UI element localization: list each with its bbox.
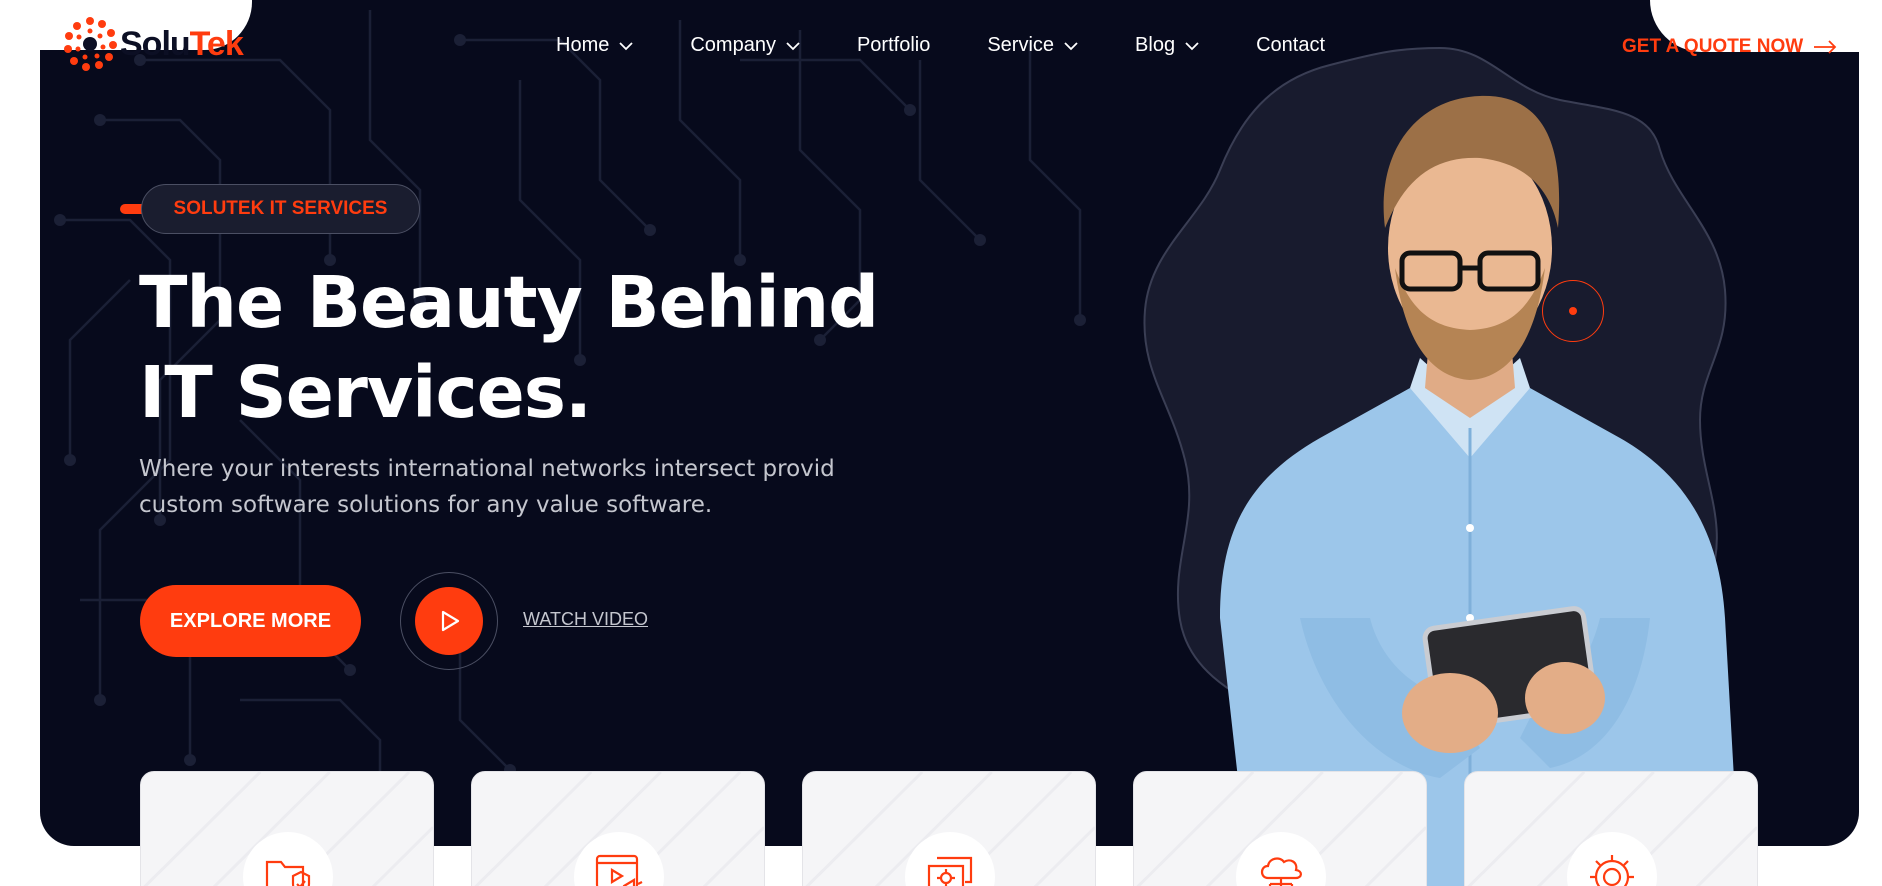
cloud-network-icon (1260, 857, 1302, 886)
decorative-dot-ring (1542, 280, 1604, 342)
play-icon (441, 610, 460, 632)
nav-item-label: Company (690, 34, 776, 56)
brand-name-part2: Tek (189, 24, 244, 63)
arrow-right-icon (1814, 40, 1837, 54)
hero-title-line2: IT Services. (139, 351, 592, 434)
nav-item-label: Blog (1135, 34, 1176, 56)
nav-item-home[interactable]: Home (556, 34, 633, 57)
nav-item-portfolio[interactable]: Portfolio (857, 34, 930, 57)
hero-subtitle: Where your interests international netwo… (139, 451, 835, 523)
video-megaphone-icon (595, 854, 643, 886)
brand-name-part1: Solu (120, 24, 191, 63)
brand-logo[interactable]: SoluTek (62, 16, 244, 72)
nav-item-contact[interactable]: Contact (1256, 34, 1325, 57)
nav-item-company[interactable]: Company (690, 34, 800, 57)
hero-subtitle-line2: custom software solutions for any value … (139, 492, 713, 518)
get-quote-button[interactable]: GET A QUOTE NOW (1622, 36, 1837, 58)
chevron-down-icon (1064, 41, 1078, 50)
get-quote-label: GET A QUOTE NOW (1622, 36, 1804, 57)
nav-item-label: Portfolio (856, 34, 931, 56)
nav-item-label: Home (556, 34, 610, 56)
watch-video-link[interactable]: WATCH VIDEO (523, 609, 648, 630)
service-card[interactable] (1464, 771, 1758, 886)
nav-item-label: Contact (1256, 34, 1326, 56)
chat-gear-icon (927, 856, 973, 886)
service-card[interactable] (471, 771, 765, 886)
gear-icon (1590, 855, 1634, 886)
folder-shield-icon (265, 860, 311, 886)
hero-title: The Beauty Behind IT Services. (139, 258, 879, 438)
hero-subtitle-line1: Where your interests international netwo… (139, 456, 835, 482)
hero-title-line1: The Beauty Behind (139, 261, 879, 344)
tagline-pill: SOLUTEK IT SERVICES (141, 184, 420, 234)
service-card[interactable] (140, 771, 434, 886)
chevron-down-icon (1185, 41, 1199, 50)
service-card[interactable] (1133, 771, 1427, 886)
chevron-down-icon (786, 41, 800, 50)
play-button-circle (415, 587, 483, 655)
service-card[interactable] (802, 771, 1096, 886)
service-cards-row (140, 771, 1795, 886)
play-video-button[interactable] (400, 572, 498, 670)
nav-item-label: Service (987, 34, 1055, 56)
explore-more-button[interactable]: EXPLORE MORE (140, 585, 361, 657)
main-navigation: Home Company Portfolio Service Blog Cont… (556, 34, 1382, 57)
chevron-down-icon (619, 41, 633, 50)
nav-item-blog[interactable]: Blog (1135, 34, 1199, 57)
nav-item-service[interactable]: Service (987, 34, 1078, 57)
hero-person-image (1220, 95, 1740, 886)
logo-burst-icon (64, 17, 117, 71)
